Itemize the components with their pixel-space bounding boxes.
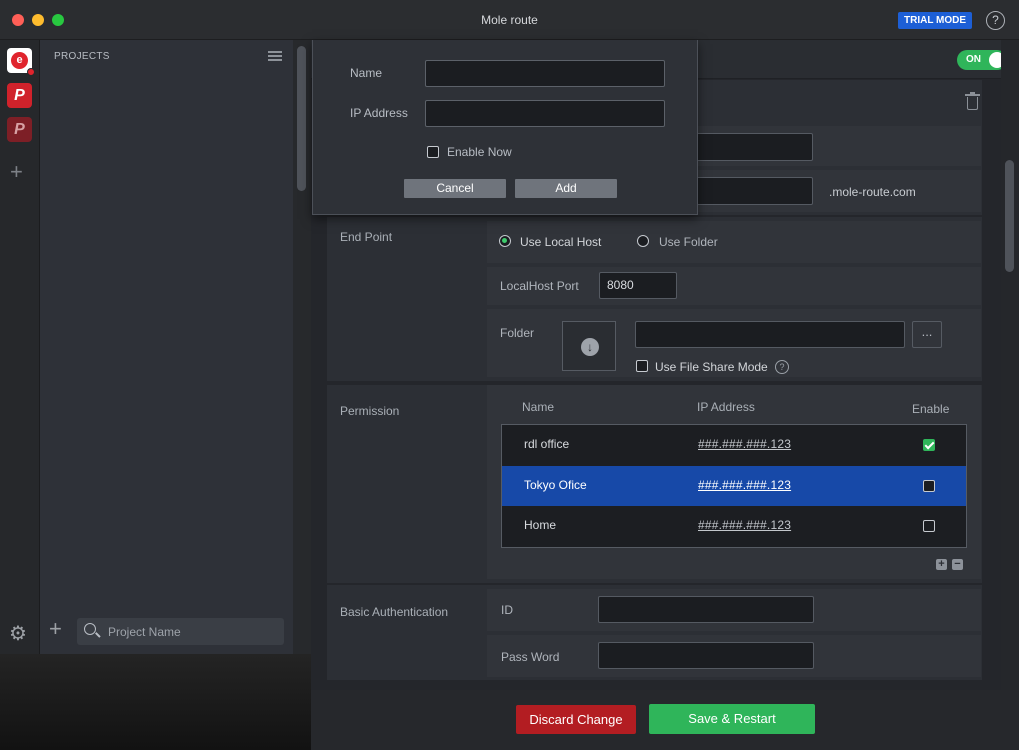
permission-label: Permission	[340, 404, 400, 418]
row-name: Tokyo Ofice	[524, 478, 587, 492]
use-folder-radio[interactable]	[637, 235, 649, 247]
table-row[interactable]: Tokyo Ofice ###.###.###.123	[502, 466, 966, 506]
search-icon	[84, 623, 96, 635]
app-logo-icon: e	[11, 52, 28, 69]
trial-mode-badge: TRIAL MODE	[898, 12, 973, 29]
remove-permission-icon[interactable]: −	[952, 559, 963, 570]
settings-scrollbar[interactable]	[1001, 40, 1019, 690]
enable-toggle[interactable]: ON	[957, 50, 1007, 70]
auth-label: Basic Authentication	[340, 605, 449, 619]
password-label: Pass Word	[501, 650, 560, 664]
discard-change-button[interactable]: Discard Change	[516, 705, 636, 734]
desktop-background	[0, 654, 311, 750]
title-bar: Mole route TRIAL MODE ?	[0, 0, 1019, 40]
menu-icon[interactable]	[268, 51, 282, 61]
enable-now-checkbox[interactable]	[427, 146, 439, 158]
endpoint-section: End Point Use Local Host Use Folder Loca…	[327, 217, 982, 381]
add-button[interactable]: Add	[515, 179, 617, 198]
add-project-icon[interactable]: +	[49, 618, 62, 640]
domain-field[interactable]	[687, 177, 813, 205]
col-name-header[interactable]: Name	[522, 400, 554, 414]
domain-suffix: .mole-route.com	[829, 185, 916, 199]
app-p-icon[interactable]: P	[7, 83, 32, 108]
col-enable-header[interactable]: Enable	[912, 402, 949, 416]
projects-panel: PROJECTS + Project Name	[40, 40, 293, 654]
folder-drop-zone[interactable]: ↓	[562, 321, 616, 371]
row-name: Home	[524, 518, 557, 532]
port-label: LocalHost Port	[500, 279, 579, 293]
action-footer: Discard Change Save & Restart	[311, 690, 1019, 750]
app-p-icon[interactable]: P	[7, 117, 32, 142]
row-ip: ###.###.###.123	[698, 437, 792, 451]
file-share-label[interactable]: Use File Share Mode	[655, 360, 768, 374]
name-input[interactable]	[425, 60, 665, 87]
row-enable-checkbox[interactable]	[923, 520, 935, 532]
password-input[interactable]	[598, 642, 814, 669]
projects-title: PROJECTS	[54, 51, 110, 62]
name-label: Name	[350, 66, 383, 80]
ip-address-input[interactable]	[425, 100, 665, 127]
window-title: Mole route	[481, 13, 538, 27]
ip-address-label: IP Address	[350, 106, 408, 120]
add-app-icon[interactable]: +	[10, 161, 23, 183]
add-permission-icon[interactable]: +	[936, 559, 947, 570]
app-rail: e P P + ⚙	[0, 40, 40, 654]
toggle-label: ON	[966, 54, 981, 65]
table-row[interactable]: rdl office ###.###.###.123	[502, 425, 966, 465]
projects-scrollbar[interactable]	[293, 40, 311, 654]
scroll-thumb[interactable]	[1005, 160, 1014, 272]
permission-section: Permission Name IP Address Enable rdl of…	[327, 385, 982, 583]
cancel-button[interactable]: Cancel	[404, 179, 506, 198]
file-share-checkbox[interactable]	[636, 360, 648, 372]
trash-icon[interactable]	[965, 92, 980, 110]
permission-table: rdl office ###.###.###.123 Tokyo Ofice #…	[501, 424, 967, 548]
scroll-thumb[interactable]	[297, 46, 306, 191]
add-permission-dialog: Name IP Address Enable Now Cancel Add	[312, 40, 698, 215]
notification-dot	[27, 68, 35, 76]
project-search-input[interactable]: Project Name	[77, 618, 284, 645]
endpoint-label: End Point	[340, 230, 393, 244]
table-row[interactable]: Home ###.###.###.123	[502, 506, 966, 546]
project-app-1[interactable]: e	[7, 48, 35, 76]
subdomain-field[interactable]	[687, 133, 813, 161]
download-arrow-icon: ↓	[581, 338, 599, 356]
help-icon[interactable]: ?	[986, 11, 1005, 30]
row-enable-checkbox[interactable]	[923, 439, 935, 451]
save-restart-button[interactable]: Save & Restart	[649, 704, 815, 734]
search-placeholder: Project Name	[108, 625, 181, 639]
col-ip-header[interactable]: IP Address	[697, 400, 755, 414]
id-input[interactable]	[598, 596, 814, 623]
id-label: ID	[501, 603, 513, 617]
folder-path-input[interactable]	[635, 321, 905, 348]
browse-folder-button[interactable]: ...	[912, 321, 942, 348]
file-share-help-icon[interactable]: ?	[775, 360, 789, 374]
use-local-host-radio[interactable]	[499, 235, 511, 247]
folder-label: Folder	[500, 326, 535, 340]
use-local-host-label[interactable]: Use Local Host	[520, 235, 601, 249]
row-name: rdl office	[524, 437, 570, 451]
row-ip: ###.###.###.123	[698, 518, 792, 532]
port-input[interactable]: 8080	[599, 272, 677, 299]
row-enable-checkbox[interactable]	[923, 480, 935, 492]
auth-section: Basic Authentication ID Pass Word	[327, 585, 982, 680]
enable-now-label[interactable]: Enable Now	[447, 145, 512, 159]
row-ip: ###.###.###.123	[698, 478, 792, 492]
settings-gear-icon[interactable]: ⚙	[9, 621, 27, 646]
use-folder-label[interactable]: Use Folder	[659, 235, 718, 249]
